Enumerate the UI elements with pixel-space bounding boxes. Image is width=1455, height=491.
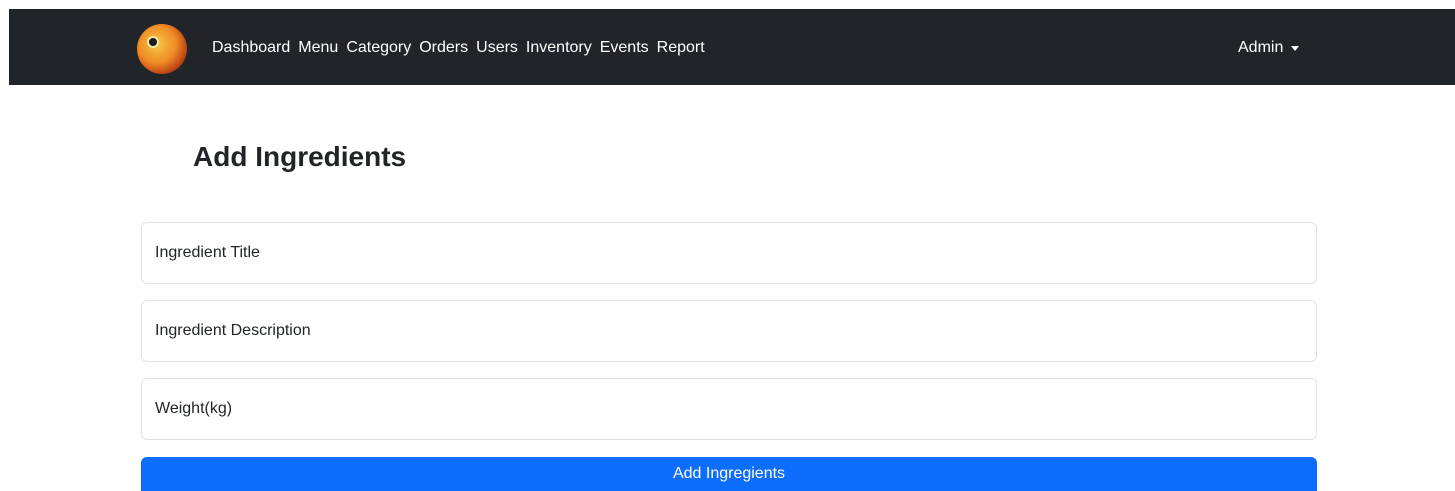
nav-links: Dashboard Menu Category Orders Users Inv… [212, 37, 713, 59]
add-ingredients-button[interactable]: Add Ingregients [141, 457, 1317, 491]
nav-link-users[interactable]: Users [476, 37, 518, 59]
ingredient-title-input[interactable] [141, 222, 1317, 284]
nav-link-events[interactable]: Events [600, 37, 649, 59]
user-menu-label: Admin [1238, 39, 1284, 56]
caret-down-icon [1291, 45, 1300, 51]
brand-logo[interactable] [137, 24, 187, 74]
nav-link-menu[interactable]: Menu [298, 37, 338, 59]
nav-link-dashboard[interactable]: Dashboard [212, 37, 290, 59]
page-title: Add Ingredients [193, 141, 407, 172]
nav-link-category[interactable]: Category [346, 37, 411, 59]
user-menu-dropdown[interactable]: Admin [1238, 37, 1300, 59]
weight-input[interactable] [141, 378, 1317, 440]
nav-link-report[interactable]: Report [657, 37, 705, 59]
nav-link-inventory[interactable]: Inventory [526, 37, 592, 59]
nav-link-orders[interactable]: Orders [419, 37, 468, 59]
ingredient-description-input[interactable] [141, 300, 1317, 362]
logo-graphic [147, 36, 159, 48]
